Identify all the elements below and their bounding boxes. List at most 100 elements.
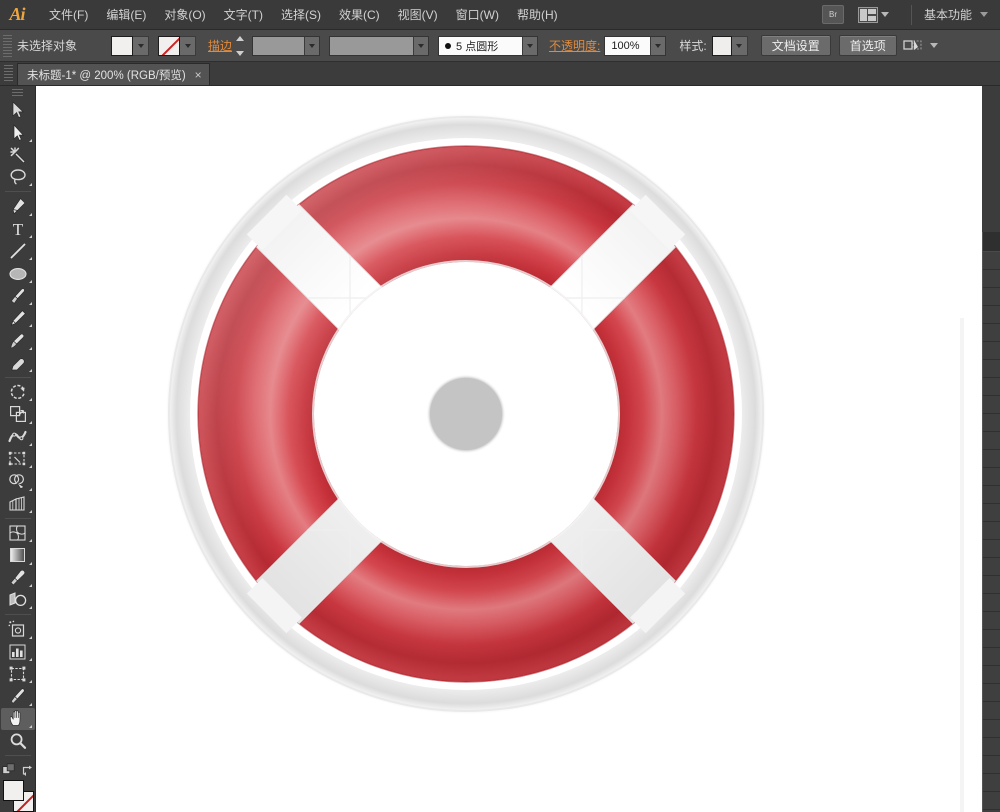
symbol-sprayer-tool[interactable] — [1, 618, 35, 640]
hand-tool[interactable] — [1, 708, 35, 730]
divider — [911, 5, 912, 25]
pen-tool[interactable] — [1, 195, 35, 217]
tool-flyout-icon — [29, 510, 32, 513]
stroke-profile-combo[interactable] — [329, 36, 429, 56]
stepper-down-icon[interactable] — [236, 51, 244, 56]
opacity-combo[interactable]: 100% — [604, 36, 666, 56]
tool-flyout-icon — [29, 257, 32, 260]
stroke-weight-stepper[interactable] — [236, 36, 249, 56]
stroke-profile-dropdown[interactable] — [413, 37, 428, 55]
tool-flyout-icon — [29, 680, 32, 683]
menu-edit[interactable]: 编辑(E) — [97, 3, 155, 27]
swap-fill-stroke-icon[interactable] — [21, 764, 34, 777]
document-setup-button[interactable]: 文档设置 — [761, 35, 831, 56]
selection-tool[interactable] — [1, 99, 35, 121]
column-graph-tool[interactable] — [1, 641, 35, 663]
stroke-weight-dropdown[interactable] — [304, 37, 319, 55]
magic-wand-tool[interactable] — [1, 144, 35, 166]
document-tab[interactable]: 未标题-1* @ 200% (RGB/预览) × — [17, 63, 210, 85]
menu-effect[interactable]: 效果(C) — [330, 3, 389, 27]
eraser-tool[interactable] — [1, 352, 35, 374]
align-chevron-down-icon[interactable] — [930, 43, 938, 48]
menu-object[interactable]: 对象(O) — [155, 3, 214, 27]
shape-builder-tool[interactable] — [1, 470, 35, 492]
line-segment-tool[interactable] — [1, 240, 35, 262]
scale-tool[interactable] — [1, 403, 35, 425]
artboard-tool[interactable] — [1, 663, 35, 685]
arrange-documents-button[interactable] — [858, 7, 889, 23]
tool-group-divider — [5, 191, 31, 192]
default-fill-stroke-icon[interactable] — [2, 763, 16, 777]
stroke-weight-label[interactable]: 描边 — [208, 37, 232, 54]
blend-tool[interactable] — [1, 589, 35, 611]
slice-tool[interactable] — [1, 685, 35, 707]
direct-selection-tool[interactable] — [1, 121, 35, 143]
bridge-icon[interactable]: Br — [822, 5, 844, 24]
selection-status-label: 未选择对象 — [17, 37, 105, 54]
eyedropper-tool[interactable] — [1, 567, 35, 589]
zoom-tool[interactable] — [1, 730, 35, 752]
stroke-weight-combo[interactable] — [252, 36, 320, 56]
workspace-chevron-down-icon[interactable] — [980, 12, 988, 17]
stroke-dropdown-button[interactable] — [180, 36, 196, 56]
type-tool[interactable]: T — [1, 218, 35, 240]
collapsed-panel-dock[interactable] — [982, 232, 1000, 812]
paintbrush-tool[interactable] — [1, 285, 35, 307]
pencil-tool[interactable] — [1, 307, 35, 329]
graphic-style-dropdown[interactable] — [732, 36, 748, 56]
menu-view[interactable]: 视图(V) — [389, 3, 447, 27]
panel-dock-rows[interactable] — [983, 252, 1000, 812]
width-tool[interactable] — [1, 426, 35, 448]
close-icon[interactable]: × — [195, 69, 202, 81]
menu-type[interactable]: 文字(T) — [215, 3, 272, 27]
menu-window[interactable]: 窗口(W) — [447, 3, 508, 27]
fill-swatch[interactable] — [111, 36, 133, 56]
document-canvas[interactable] — [36, 86, 982, 812]
opacity-value: 100% — [605, 40, 645, 52]
fill-dropdown-button[interactable] — [133, 36, 149, 56]
tool-group-divider — [5, 518, 31, 519]
graphic-style-control[interactable] — [712, 36, 748, 56]
menu-file[interactable]: 文件(F) — [40, 3, 97, 27]
tool-flyout-icon — [29, 488, 32, 491]
stepper-up-icon[interactable] — [236, 36, 244, 41]
stroke-swatch-none[interactable] — [158, 36, 180, 56]
lifebuoy-artwork[interactable] — [162, 110, 770, 718]
tool-flyout-icon — [29, 302, 32, 305]
document-tab-title: 未标题-1* @ 200% (RGB/预览) — [27, 67, 186, 83]
perspective-grid-tool[interactable] — [1, 493, 35, 515]
tab-bar-grip[interactable] — [4, 65, 13, 83]
panel-dock-header[interactable] — [983, 232, 1000, 252]
menu-select[interactable]: 选择(S) — [272, 3, 330, 27]
mesh-tool[interactable] — [1, 522, 35, 544]
tool-flyout-icon — [29, 183, 32, 186]
brush-definition-dropdown[interactable] — [522, 37, 537, 55]
align-objects-button[interactable] — [903, 37, 925, 55]
lasso-tool[interactable] — [1, 166, 35, 188]
brush-definition-value: 5 点圆形 — [456, 38, 504, 54]
chevron-down-icon — [655, 44, 661, 48]
workspace-switcher-label[interactable]: 基本功能 — [924, 6, 972, 23]
tool-flyout-icon — [29, 584, 32, 587]
opacity-dropdown[interactable] — [650, 37, 665, 55]
preferences-button[interactable]: 首选项 — [839, 35, 897, 56]
gradient-tool[interactable] — [1, 544, 35, 566]
tool-flyout-icon — [29, 139, 32, 142]
tools-panel-grip[interactable] — [12, 89, 23, 97]
graphic-style-swatch[interactable] — [712, 36, 732, 56]
fill-swatch-white[interactable] — [3, 780, 24, 801]
rotate-tool[interactable] — [1, 381, 35, 403]
ellipse-tool[interactable] — [1, 262, 35, 284]
free-transform-tool[interactable] — [1, 448, 35, 470]
app-logo-icon: Ai — [0, 0, 34, 30]
fill-stroke-swatches — [1, 780, 35, 812]
opacity-label[interactable]: 不透明度: — [549, 37, 600, 54]
fill-stroke-swap-row — [1, 763, 35, 777]
menu-help[interactable]: 帮助(H) — [508, 3, 567, 27]
brush-definition-combo[interactable]: 5 点圆形 — [438, 36, 538, 56]
tool-flyout-icon — [29, 443, 32, 446]
blob-brush-tool[interactable] — [1, 329, 35, 351]
fill-color-control[interactable] — [111, 36, 149, 56]
stroke-color-control[interactable] — [158, 36, 196, 56]
control-bar-grip[interactable] — [3, 35, 12, 57]
